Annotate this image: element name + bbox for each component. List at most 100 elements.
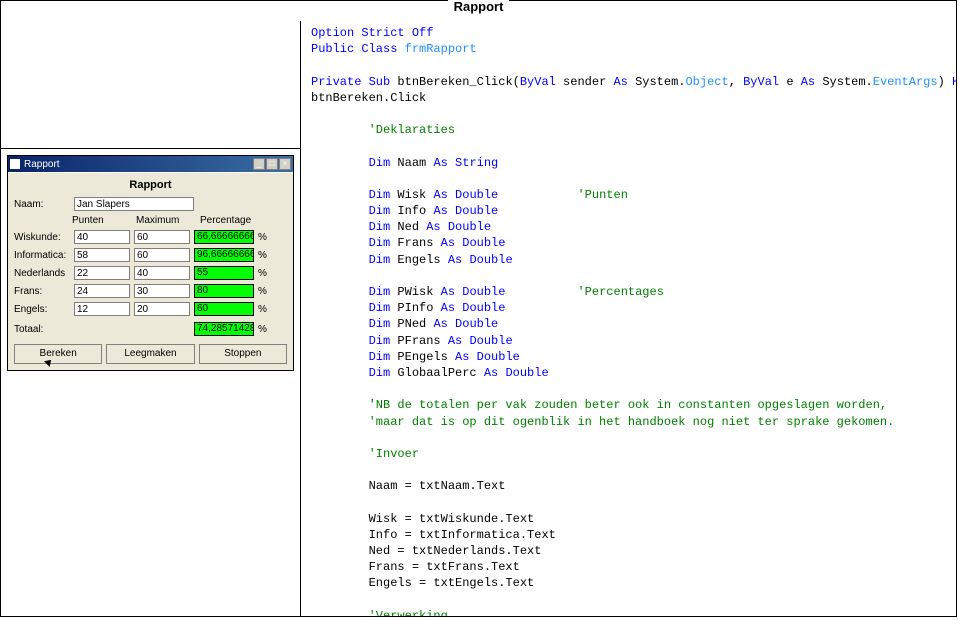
code-token: Private Sub (311, 75, 390, 89)
code-token: btnBereken.Click (311, 91, 426, 105)
name-input[interactable] (74, 197, 194, 211)
code-token: GlobaalPerc (390, 366, 484, 380)
code-token: As (433, 317, 447, 331)
window-titlebar: Rapport _ □ × (8, 156, 293, 172)
code-token: Dim (369, 236, 391, 250)
code-token: As (613, 75, 627, 89)
name-row: Naam: (14, 197, 287, 211)
maximize-icon[interactable]: □ (266, 158, 278, 170)
max-input[interactable] (134, 284, 190, 298)
button-row: Bereken Leegmaken Stoppen (14, 344, 287, 364)
code-token: sender (556, 75, 614, 89)
code-comment: 'Punten (577, 188, 627, 202)
leegmaken-button[interactable]: Leegmaken (106, 344, 194, 364)
code-token: Dim (369, 301, 391, 315)
code-comment: 'Invoer (369, 447, 419, 461)
code-token: As (433, 156, 447, 170)
totaal-output: 74,28571428 (194, 322, 254, 336)
table-row: Frans: 80 % (14, 284, 287, 298)
pct-sign: % (258, 268, 268, 279)
code-token: As (448, 253, 462, 267)
code-comment: 'NB de totalen per vak zouden beter ook … (369, 398, 887, 412)
name-label: Naam: (14, 199, 70, 210)
bereken-button[interactable]: Bereken (14, 344, 102, 364)
code-token: Object (685, 75, 728, 89)
code-token: Double (477, 350, 520, 364)
punten-input[interactable] (74, 248, 130, 262)
code-token: , (729, 75, 743, 89)
code-token: As (441, 301, 455, 315)
code-token: Public Class (311, 42, 397, 56)
max-input[interactable] (134, 230, 190, 244)
max-input[interactable] (134, 302, 190, 316)
code-token: Dim (369, 156, 391, 170)
close-icon[interactable]: × (279, 158, 291, 170)
row-label: Nederlands (14, 268, 70, 279)
punten-input[interactable] (74, 230, 130, 244)
pct-sign: % (258, 250, 268, 261)
code-token: ByVal (743, 75, 779, 89)
header-punten: Punten (72, 215, 132, 226)
code-token: Dim (369, 350, 391, 364)
pct-sign: % (258, 286, 268, 297)
stoppen-button[interactable]: Stoppen (199, 344, 287, 364)
pct-output: 55 (194, 266, 254, 280)
code-token: As (433, 204, 447, 218)
header-maximum: Maximum (136, 215, 196, 226)
title-bar: Rapport (1, 1, 956, 21)
pct-output: 80 (194, 284, 254, 298)
code-token: Dim (369, 204, 391, 218)
window-title: Rapport (24, 159, 60, 170)
code-token: As (426, 220, 440, 234)
code-token: ByVal (520, 75, 556, 89)
code-block: Option Strict Off Public Class frmRappor… (311, 25, 946, 616)
code-token: Frans = txtFrans.Text (369, 560, 520, 574)
code-comment: 'Verwerking (369, 609, 448, 616)
code-token: Ned = txtNederlands.Text (369, 544, 542, 558)
code-token: Dim (369, 188, 391, 202)
code-token: Double (462, 301, 505, 315)
table-row: Nederlands 55 % (14, 266, 287, 280)
code-token: Dim (369, 366, 391, 380)
punten-input[interactable] (74, 284, 130, 298)
pct-sign: % (258, 324, 268, 335)
code-token: Double (462, 285, 505, 299)
code-comment: 'Deklaraties (369, 123, 455, 137)
rapport-window: Rapport _ □ × Rapport Naam: (7, 155, 294, 371)
minimize-icon[interactable]: _ (253, 158, 265, 170)
pct-sign: % (258, 304, 268, 315)
code-token: String (455, 156, 498, 170)
form-cell: Rapport _ □ × Rapport Naam: (1, 149, 300, 377)
code-token: As (801, 75, 815, 89)
code-token: Wisk (390, 188, 433, 202)
code-token: As (441, 236, 455, 250)
pct-sign: % (258, 232, 268, 243)
code-token: EventArgs (873, 75, 938, 89)
empty-top-cell (1, 21, 300, 149)
code-token: Double (469, 253, 512, 267)
max-input[interactable] (134, 266, 190, 280)
punten-input[interactable] (74, 302, 130, 316)
code-token: Double (469, 334, 512, 348)
left-column: Rapport _ □ × Rapport Naam: (1, 21, 301, 616)
code-comment: 'maar dat is op dit ogenblik in het hand… (369, 415, 895, 429)
code-token: Double (455, 188, 498, 202)
row-label: Wiskunde: (14, 232, 70, 243)
window-heading: Rapport (14, 179, 287, 191)
max-input[interactable] (134, 248, 190, 262)
code-token: PFrans (390, 334, 448, 348)
code-token: Frans (390, 236, 440, 250)
code-token: Handles (952, 75, 956, 89)
table-row: Informatica: 96,66666666 % (14, 248, 287, 262)
code-token: As (433, 188, 447, 202)
code-token: Dim (369, 317, 391, 331)
code-token: As (455, 350, 469, 364)
code-token: Engels (390, 253, 448, 267)
window-icon (10, 159, 20, 169)
code-token: frmRapport (397, 42, 476, 56)
row-label: Frans: (14, 286, 70, 297)
code-token: PEngels (390, 350, 455, 364)
code-token: Naam (390, 156, 433, 170)
table-row: Wiskunde: 66,66666666 % (14, 230, 287, 244)
punten-input[interactable] (74, 266, 130, 280)
